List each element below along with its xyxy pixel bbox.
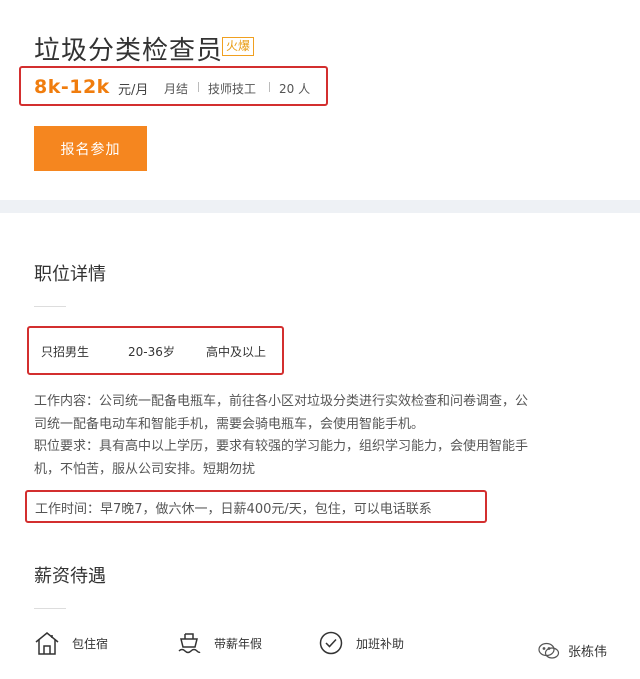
job-details-title: 职位详情 [34, 264, 106, 285]
benefit-label: 带薪年假 [214, 636, 263, 651]
work-time: 工作时间：早7晚7，做六休一，日薪400元/天，包住，可以电话联系 [35, 502, 432, 517]
house-icon [35, 632, 59, 655]
ship-icon [178, 633, 201, 654]
salary-unit: 元/月 [118, 83, 149, 98]
description-line: 工作内容：公司统一配备电瓶车，前往各小区对垃圾分类进行实效检查和问卷调查，公 [34, 394, 529, 409]
work-time-highlight-box: 工作时间：早7晚7，做六休一，日薪400元/天，包住，可以电话联系 [25, 490, 487, 523]
salary-range: 8k-12k [34, 76, 110, 98]
benefit-paid-leave: 带薪年假 [176, 630, 262, 656]
section-divider [34, 306, 66, 307]
description-line: 机，不怕苦，服从公司安排。短期勿扰 [34, 461, 256, 477]
benefits-title: 薪资待遇 [34, 566, 106, 587]
job-detail-card: 职位详情 只招男生 20-36岁 高中及以上 工作内容：公司统一配备电瓶车，前往… [0, 213, 640, 679]
benefit-label: 包住宿 [72, 636, 109, 651]
job-header-card: 垃圾分类检查员 火爆 8k-12k 元/月 月结 技师技工 20 人 报名参加 [0, 0, 640, 200]
job-description: 工作内容：公司统一配备电瓶车，前往各小区对垃圾分类进行实效检查和问卷调查，公 司… [34, 391, 609, 481]
watermark: 张栋伟 [538, 641, 607, 660]
signup-button[interactable]: 报名参加 [34, 126, 147, 171]
job-title: 垃圾分类检查员 [34, 36, 224, 66]
benefit-label: 加班补助 [356, 636, 405, 651]
requirement-age: 20-36岁 [128, 345, 175, 359]
benefit-housing: 包住宿 [34, 630, 108, 656]
hot-badge: 火爆 [222, 37, 255, 56]
pay-cycle: 月结 [164, 82, 189, 96]
watermark-text: 张栋伟 [568, 645, 608, 660]
meta-divider [269, 82, 270, 92]
headcount: 20 人 [279, 82, 311, 96]
wechat-icon [538, 642, 560, 659]
job-category: 技师技工 [208, 82, 257, 96]
description-line: 职位要求：具有高中以上学历，要求有较强的学习能力，组织学习能力，会使用智能手 [34, 439, 529, 454]
requirement-education: 高中及以上 [206, 345, 267, 359]
benefit-overtime-pay: 加班补助 [318, 630, 404, 656]
meta-divider [198, 82, 199, 92]
requirements-highlight-box: 只招男生 20-36岁 高中及以上 [27, 326, 284, 375]
salary-highlight-box: 8k-12k 元/月 月结 技师技工 20 人 [19, 66, 328, 106]
clock-check-icon [319, 631, 343, 655]
section-divider [34, 608, 66, 609]
description-line: 司统一配备电动车和智能手机，需要会骑电瓶车，会使用智能手机。 [34, 416, 425, 432]
requirement-gender: 只招男生 [41, 345, 90, 359]
